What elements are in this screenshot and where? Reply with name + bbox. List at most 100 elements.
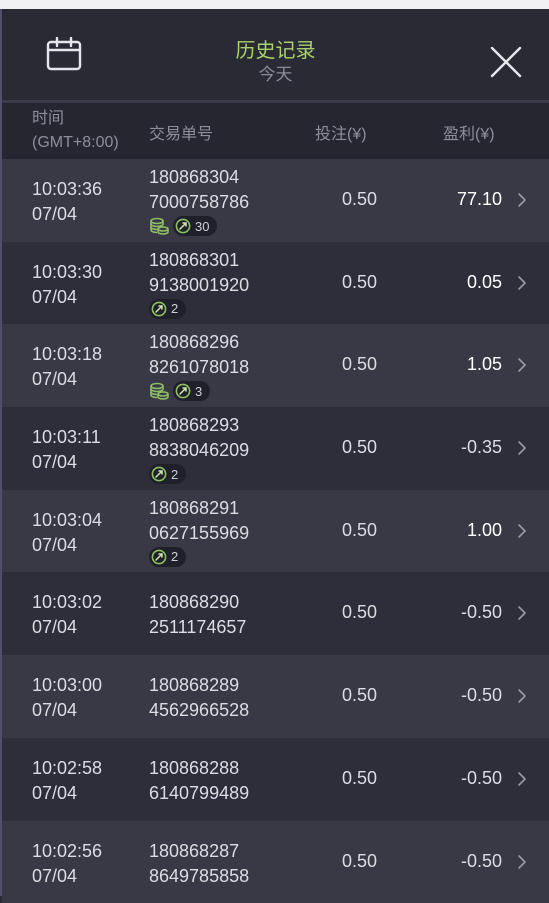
row-bet: 0.50: [282, 768, 377, 789]
column-time: 时间 (GMT+8:00): [32, 107, 119, 155]
chevron-right-icon[interactable]: [517, 192, 527, 208]
row-order-part1: 180868290: [149, 590, 246, 615]
spin-count: 30: [195, 219, 209, 234]
row-bet: 0.50: [282, 437, 377, 458]
spin-count: 2: [171, 549, 178, 564]
history-row[interactable]: 10:03:0407/04180868291062715596920.501.0…: [2, 490, 549, 573]
row-profit: -0.50: [402, 768, 502, 789]
row-order-part2: 7000758786: [149, 190, 249, 215]
row-time-value: 10:02:56: [32, 839, 102, 864]
row-bet: 0.50: [282, 602, 377, 623]
row-order: 1808683019138001920: [149, 248, 249, 298]
row-profit: 1.00: [402, 520, 502, 541]
history-row[interactable]: 10:02:5807/04 1808682886140799489 0.50 -0.5…: [2, 738, 549, 821]
column-order: 交易单号: [149, 120, 213, 144]
row-time: 10:03:3607/04: [32, 177, 102, 227]
row-order: 1808682938838046209: [149, 413, 249, 463]
row-order-part2: 8838046209: [149, 438, 249, 463]
row-bet: 0.50: [282, 189, 377, 210]
row-bet: 0.50: [282, 685, 377, 706]
spin-icon: [151, 466, 167, 482]
column-profit: 盈利(¥): [443, 120, 495, 144]
spin-icon: [175, 218, 191, 234]
history-row[interactable]: 10:03:1107/04 1808682938838046209 2 0.50 -0.…: [2, 407, 549, 490]
row-time-value: 10:03:11: [32, 425, 101, 450]
spin-count: 3: [195, 384, 202, 399]
row-badges: 3: [149, 381, 210, 401]
spin-count: 2: [171, 301, 178, 316]
row-order: 1808682902511174657: [149, 590, 246, 640]
row-time-value: 10:03:02: [32, 590, 102, 615]
row-order-part1: 180868301: [149, 248, 249, 273]
spin-count-badge: 2: [149, 547, 186, 567]
row-date-value: 07/04: [32, 450, 101, 475]
column-bet: 投注(¥): [315, 120, 367, 144]
row-time-value: 10:03:18: [32, 342, 102, 367]
row-time-value: 10:03:00: [32, 673, 102, 698]
row-date-value: 07/04: [32, 781, 102, 806]
row-time: 10:02:5607/04: [32, 839, 102, 889]
column-timezone-label: (GMT+8:00): [32, 131, 119, 155]
row-profit: 1.05: [402, 354, 502, 375]
row-bet: 0.50: [282, 851, 377, 872]
row-order-part1: 180868304: [149, 165, 249, 190]
chevron-right-icon[interactable]: [517, 771, 527, 787]
row-order: 1808682886140799489: [149, 756, 249, 806]
row-order-part2: 4562966528: [149, 698, 249, 723]
row-order-part1: 180868288: [149, 756, 249, 781]
row-badges: 2: [149, 547, 186, 567]
row-time: 10:03:1107/04: [32, 425, 101, 475]
history-row[interactable]: 10:03:3007/04180868301913800192020.500.0…: [2, 242, 549, 325]
chevron-right-icon[interactable]: [517, 275, 527, 291]
row-badges: 2: [149, 299, 186, 319]
spin-count-badge: 2: [149, 464, 186, 484]
row-time: 10:03:0207/04: [32, 590, 102, 640]
history-row[interactable]: 10:02:5607/0418086828786497858580.50-0.5…: [2, 821, 549, 903]
row-order-part2: 9138001920: [149, 273, 249, 298]
row-order-part2: 8649785858: [149, 864, 249, 889]
chevron-right-icon[interactable]: [517, 605, 527, 621]
spin-count-badge: 3: [173, 381, 210, 401]
row-order-part2: 8261078018: [149, 355, 249, 380]
row-order: 1808682894562966528: [149, 673, 249, 723]
spin-count-badge: 2: [149, 299, 186, 319]
column-time-label: 时间: [32, 107, 119, 131]
history-row[interactable]: 10:03:1807/04180868296826107801830.501.0…: [2, 324, 549, 407]
row-time-value: 10:03:04: [32, 508, 102, 533]
spin-count-badge: 30: [173, 216, 217, 236]
row-time-value: 10:02:58: [32, 756, 102, 781]
row-order-part2: 6140799489: [149, 781, 249, 806]
history-row[interactable]: 10:03:3607/041808683047000758786300.5077…: [2, 159, 549, 242]
row-order-part2: 0627155969: [149, 521, 249, 546]
row-order-part1: 180868291: [149, 496, 249, 521]
column-header: 时间 (GMT+8:00) 交易单号 投注(¥) 盈利(¥): [2, 103, 549, 159]
row-time: 10:02:5807/04: [32, 756, 102, 806]
chevron-right-icon[interactable]: [517, 440, 527, 456]
history-row[interactable]: 10:03:0207/04 1808682902511174657 0.50 -0.5…: [2, 572, 549, 655]
history-row[interactable]: 10:03:0007/0418086828945629665280.50-0.5…: [2, 655, 549, 738]
row-order: 1808682910627155969: [149, 496, 249, 546]
chevron-right-icon[interactable]: [517, 357, 527, 373]
chevron-right-icon[interactable]: [517, 854, 527, 870]
row-time-value: 10:03:30: [32, 260, 102, 285]
spin-icon: [151, 301, 167, 317]
row-profit: -0.35: [402, 437, 502, 458]
row-badges: 2: [149, 464, 186, 484]
row-bet: 0.50: [282, 354, 377, 375]
row-time: 10:03:3007/04: [32, 260, 102, 310]
spin-icon: [151, 549, 167, 565]
row-date-value: 07/04: [32, 202, 102, 227]
row-profit: -0.50: [402, 602, 502, 623]
close-icon[interactable]: [488, 44, 524, 80]
row-bet: 0.50: [282, 272, 377, 293]
chevron-right-icon[interactable]: [517, 523, 527, 539]
spin-count: 2: [171, 467, 178, 482]
row-order-part1: 180868296: [149, 330, 249, 355]
row-profit: -0.50: [402, 685, 502, 706]
row-order: 1808682878649785858: [149, 839, 249, 889]
date-filter-label[interactable]: 今天: [2, 60, 549, 85]
row-order-part2: 2511174657: [149, 615, 246, 640]
row-order: 1808683047000758786: [149, 165, 249, 215]
chevron-right-icon[interactable]: [517, 688, 527, 704]
row-order-part1: 180868289: [149, 673, 249, 698]
